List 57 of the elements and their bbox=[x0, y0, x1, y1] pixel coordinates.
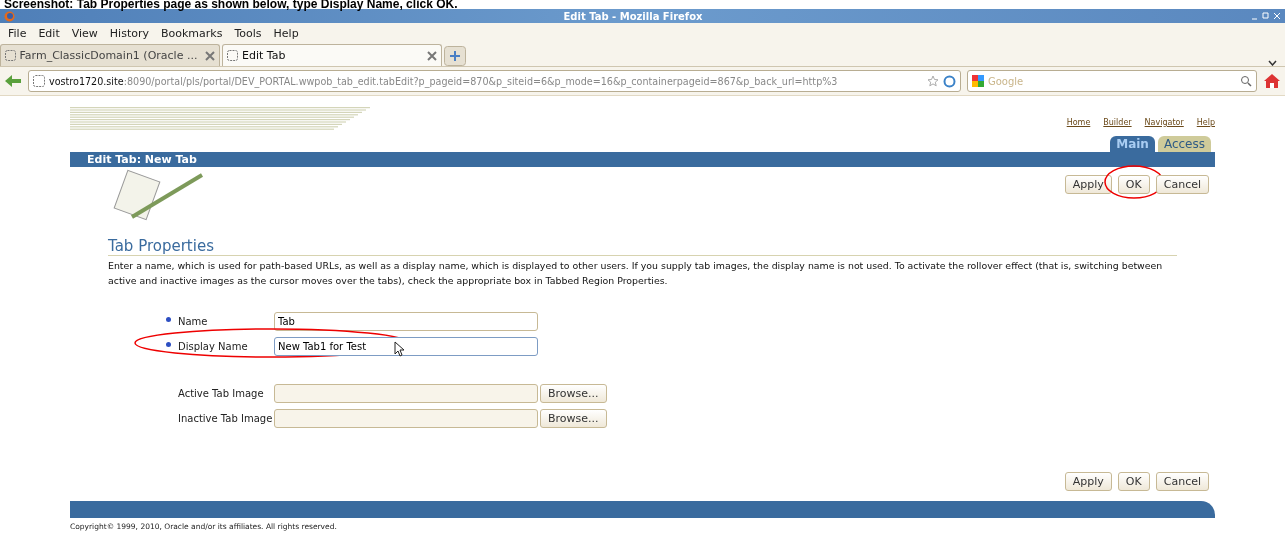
apply-button[interactable]: Apply bbox=[1064, 175, 1112, 194]
cancel-button[interactable]: Cancel bbox=[1155, 175, 1209, 194]
file-path-field[interactable] bbox=[274, 384, 538, 403]
apply-button[interactable]: Apply bbox=[1064, 472, 1112, 491]
file-path-field[interactable] bbox=[274, 409, 538, 428]
text-field[interactable]: Tab bbox=[274, 312, 538, 331]
window-title: Edit Tab - Mozilla Firefox bbox=[562, 10, 704, 22]
tab-label: Edit Tab bbox=[242, 49, 286, 62]
url-text: vostro1720.site:8090/portal/pls/portal/DEV_PORTAL.wwpob_tab_edit.tabEdit?p_pageid=870&p_siteid=6&p_mode=16&p_containerpageid=867&p_back_url=http%3 bbox=[49, 75, 838, 87]
field-label: Active Tab Image bbox=[178, 388, 264, 399]
text-field[interactable]: New Tab1 for Test bbox=[274, 337, 538, 356]
menu-item[interactable]: History bbox=[103, 26, 155, 40]
page-header-bar: Edit Tab: New Tab bbox=[70, 152, 1215, 167]
header-link[interactable]: Help bbox=[1196, 117, 1215, 127]
required-icon bbox=[165, 342, 171, 347]
address-bar[interactable]: vostro1720.site:8090/portal/pls/portal/DEV_PORTAL.wwpob_tab_edit.tabEdit?p_pageid=870&p_siteid=6&p_mode=16&p_containerpageid=867&p_back_url=http%3 bbox=[28, 70, 961, 92]
ok-button[interactable]: OK bbox=[1117, 472, 1150, 491]
dropdown-caret-icon[interactable] bbox=[1268, 60, 1277, 66]
page-tab[interactable]: Access bbox=[1157, 136, 1211, 152]
document-caption: Screenshot: Tab Properties page as shown below, type Display Name, click OK. bbox=[3, 0, 459, 9]
section-heading: Tab Properties bbox=[108, 237, 1177, 256]
field-label: Inactive Tab Image bbox=[178, 413, 273, 424]
home-icon[interactable] bbox=[1263, 73, 1281, 89]
menu-item[interactable]: Bookmarks bbox=[155, 26, 229, 40]
page-icon bbox=[5, 50, 16, 61]
reload-icon[interactable] bbox=[943, 74, 956, 88]
browse-button[interactable]: Browse... bbox=[540, 409, 607, 428]
window-controls-icon[interactable] bbox=[1251, 12, 1281, 20]
close-icon[interactable] bbox=[205, 50, 215, 61]
browser-logo-icon bbox=[4, 10, 15, 22]
menu-item[interactable]: Help bbox=[267, 26, 305, 40]
field-label: Display Name bbox=[178, 341, 248, 352]
header-link[interactable]: Builder bbox=[1103, 117, 1132, 127]
tab-label: Farm_ClassicDomain1 (Oracle ... bbox=[19, 49, 198, 62]
ok-button[interactable]: OK bbox=[1117, 175, 1150, 194]
page-icon bbox=[227, 50, 238, 61]
header-link[interactable]: Home bbox=[1066, 117, 1091, 127]
mouse-cursor-icon bbox=[394, 341, 404, 357]
header-link[interactable]: Navigator bbox=[1144, 117, 1184, 127]
menu-item[interactable]: Edit bbox=[32, 26, 66, 40]
page-icon bbox=[33, 75, 45, 87]
menu-item[interactable]: File bbox=[2, 26, 33, 40]
field-label: Name bbox=[178, 316, 208, 327]
new-tab-icon[interactable] bbox=[444, 46, 466, 66]
description-text: Enter a name, which is used for path-based URLs, as well as a display name, which is displayed to other users. If you supply tab images, the display name is not used. To activate the rollover effect (that is, switching between active and inactive images as the cursor moves over the tabs), check the appropriate box in Tabbed Region Properties. bbox=[108, 259, 1164, 288]
browser-tab[interactable]: Farm_ClassicDomain1 (Oracle ... bbox=[0, 44, 220, 66]
star-icon[interactable] bbox=[927, 75, 939, 87]
menu-item[interactable]: Tools bbox=[228, 26, 268, 40]
browse-button[interactable]: Browse... bbox=[540, 384, 607, 403]
search-icon[interactable] bbox=[1240, 75, 1252, 87]
close-icon[interactable] bbox=[427, 50, 437, 61]
back-arrow-icon[interactable] bbox=[4, 74, 22, 88]
menu-item[interactable]: View bbox=[65, 26, 104, 40]
browser-tab[interactable]: Edit Tab bbox=[222, 44, 442, 66]
cancel-button[interactable]: Cancel bbox=[1155, 472, 1209, 491]
search-engine-icon bbox=[972, 75, 984, 87]
required-icon bbox=[165, 317, 171, 322]
